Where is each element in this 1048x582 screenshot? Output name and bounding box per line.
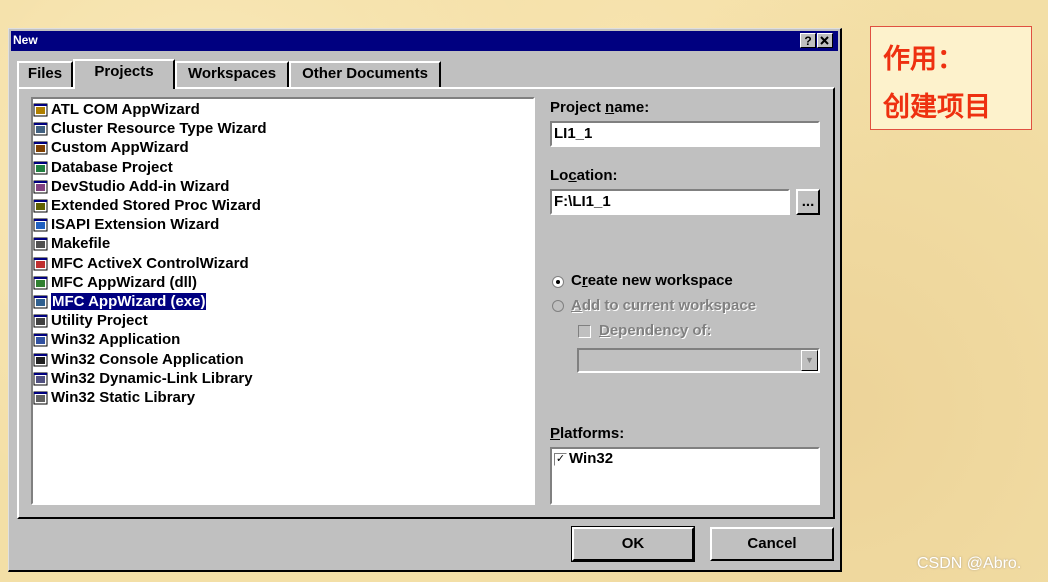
project-type-item[interactable]: Win32 Console Application [33, 350, 244, 369]
location-input[interactable]: F:\LI1_1 [550, 189, 790, 215]
project-type-label: Database Project [51, 158, 173, 176]
project-name-label: Project name: [550, 99, 650, 116]
project-type-item[interactable]: ATL COM AppWizard [33, 100, 200, 119]
project-name-input[interactable]: LI1_1 [550, 121, 820, 147]
project-type-label: Extended Stored Proc Wizard [51, 197, 261, 214]
project-type-label: MFC AppWizard (exe) [51, 293, 207, 310]
title-bar[interactable]: New ? [11, 31, 838, 51]
custom-wizard-icon [33, 140, 49, 156]
project-type-label: Win32 Application [51, 331, 181, 349]
dependency-checkbox[interactable] [578, 325, 591, 338]
location-label: Location: [550, 167, 618, 184]
dependency-label[interactable]: Dependency of: [599, 322, 712, 339]
close-button[interactable] [817, 33, 833, 48]
chevron-down-icon[interactable]: ▼ [801, 350, 818, 371]
makefile-icon [33, 236, 49, 252]
addin-wizard-icon [33, 179, 49, 195]
stored-proc-icon [33, 198, 49, 214]
dependency-combo[interactable]: ▼ [577, 348, 820, 373]
browse-button[interactable]: ... [796, 189, 820, 215]
add-workspace-radio[interactable] [552, 300, 564, 312]
project-type-item[interactable]: Makefile [33, 234, 110, 253]
cluster-wizard-icon [33, 121, 49, 137]
tab-files[interactable]: Files [17, 61, 73, 87]
project-type-label: MFC ActiveX ControlWizard [51, 254, 249, 272]
tools-icon [33, 313, 49, 329]
database-icon [33, 160, 49, 176]
project-type-item[interactable]: MFC ActiveX ControlWizard [33, 254, 249, 273]
tab-other-documents[interactable]: Other Documents [289, 61, 441, 87]
ok-button[interactable]: OK [571, 526, 695, 562]
platform-win32-label[interactable]: Win32 [569, 450, 613, 467]
platform-win32-checkbox[interactable]: ✓ [554, 453, 567, 466]
console-icon [33, 352, 49, 368]
create-workspace-label[interactable]: Create new workspace [571, 272, 733, 289]
project-type-item[interactable]: MFC AppWizard (exe) [33, 292, 207, 311]
project-type-label: Makefile [51, 235, 111, 253]
window-title: New [13, 33, 38, 47]
create-workspace-radio[interactable] [552, 276, 564, 288]
platforms-label: Platforms: [550, 425, 625, 442]
tab-workspaces[interactable]: Workspaces [175, 61, 289, 87]
project-type-label: Custom AppWizard [51, 139, 189, 157]
cancel-button[interactable]: Cancel [710, 527, 834, 561]
mfc-exe-icon [33, 294, 49, 310]
annotation-line-1: 作用： [883, 44, 964, 75]
project-type-item[interactable]: Extended Stored Proc Wizard [33, 196, 261, 215]
project-type-label: MFC AppWizard (dll) [51, 273, 197, 291]
project-type-item[interactable]: Win32 Dynamic-Link Library [33, 369, 253, 388]
project-type-item[interactable]: ISAPI Extension Wizard [33, 215, 219, 234]
activex-icon [33, 256, 49, 272]
annotation-box: 作用： 创建项目 [870, 26, 1032, 130]
project-type-label: Win32 Dynamic-Link Library [51, 369, 253, 387]
project-type-item[interactable]: Custom AppWizard [33, 138, 189, 157]
project-type-label: Cluster Resource Type Wizard [51, 120, 267, 138]
project-type-label: DevStudio Add-in Wizard [51, 177, 230, 195]
add-workspace-label[interactable]: Add to current workspace [571, 297, 756, 314]
project-type-item[interactable]: Cluster Resource Type Wizard [33, 119, 266, 138]
win32-app-icon [33, 332, 49, 348]
dll-icon [33, 371, 49, 387]
project-type-label: ISAPI Extension Wizard [51, 216, 220, 234]
close-icon [820, 36, 829, 45]
annotation-line-2: 创建项目 [883, 92, 991, 123]
help-button[interactable]: ? [800, 33, 816, 48]
globe-icon [33, 217, 49, 233]
platforms-list[interactable]: ✓ Win32 [550, 447, 820, 505]
project-type-item[interactable]: DevStudio Add-in Wizard [33, 177, 229, 196]
project-type-item[interactable]: MFC AppWizard (dll) [33, 273, 197, 292]
watermark: CSDN @Abro. [917, 555, 1022, 572]
project-type-label: Win32 Static Library [51, 389, 196, 406]
project-type-label: Win32 Console Application [51, 350, 244, 368]
mfc-dll-icon [33, 275, 49, 291]
static-lib-icon [33, 390, 49, 406]
project-type-item[interactable]: Win32 Application [33, 330, 180, 349]
project-type-item[interactable]: Database Project [33, 158, 173, 177]
project-type-item[interactable]: Win32 Static Library [33, 388, 195, 407]
tab-projects[interactable]: Projects [73, 59, 175, 89]
project-type-label: ATL COM AppWizard [51, 101, 200, 118]
project-type-list[interactable]: ATL COM AppWizard Cluster Resource Type W… [31, 97, 535, 505]
new-dialog: New ? Files Projects Workspaces Other Do… [8, 28, 842, 572]
atl-wizard-icon [33, 102, 49, 118]
project-type-item[interactable]: Utility Project [33, 311, 148, 330]
project-type-label: Utility Project [51, 312, 148, 330]
